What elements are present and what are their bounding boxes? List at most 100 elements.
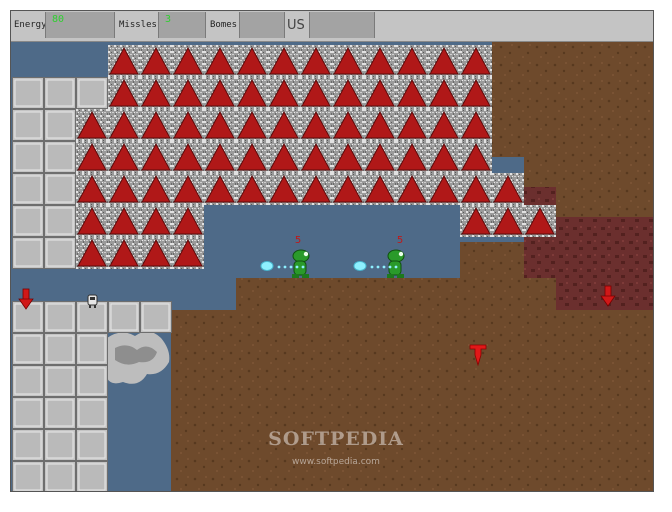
spike-tile — [75, 236, 109, 270]
stone-block — [12, 109, 44, 141]
spike-tile — [363, 76, 397, 110]
stone-block — [76, 333, 108, 365]
us-label: US — [287, 18, 305, 33]
spike-tile — [107, 140, 141, 174]
spike-tile — [427, 108, 461, 142]
spike-tile — [267, 140, 301, 174]
spike-tile — [75, 108, 109, 142]
spike-tile — [395, 140, 429, 174]
spike-tile — [395, 44, 429, 78]
spike-tile — [395, 172, 429, 206]
game-map: 5 5 — [11, 42, 653, 491]
spike-tile — [299, 76, 333, 110]
spike-tile — [235, 44, 269, 78]
spike-tile — [331, 44, 365, 78]
bombs-value — [239, 12, 285, 38]
spike-tile — [235, 172, 269, 206]
game-window[interactable]: Energy 80 Missles 3 Bomes US 5 5 SOFTPED… — [10, 10, 654, 492]
stone-block — [140, 301, 172, 333]
spike-tile — [459, 172, 493, 206]
stone-block — [12, 461, 44, 491]
stone-block — [44, 461, 76, 491]
spike-tile — [139, 172, 173, 206]
spike-tile — [107, 44, 141, 78]
spike-tile — [427, 44, 461, 78]
stone-block — [44, 365, 76, 397]
energy-label: Energy — [14, 20, 47, 30]
spike-tile — [459, 44, 493, 78]
spike-tile — [139, 44, 173, 78]
stone-block — [76, 429, 108, 461]
spike-tile — [235, 108, 269, 142]
spike-tile — [363, 140, 397, 174]
stone-block — [12, 141, 44, 173]
enemy-hp: 5 — [397, 235, 403, 246]
spike-tile — [363, 108, 397, 142]
spike-tile — [171, 44, 205, 78]
watermark-brand: SOFTPEDIA — [268, 428, 404, 450]
stone-block — [12, 365, 44, 397]
spike-tile — [203, 140, 237, 174]
spike-tile — [299, 140, 333, 174]
spike-tile — [171, 108, 205, 142]
spike-tile — [171, 236, 205, 270]
spike-tile — [235, 76, 269, 110]
spike-tile — [427, 140, 461, 174]
stone-block — [44, 333, 76, 365]
spike-tile — [203, 108, 237, 142]
stone-block — [44, 205, 76, 237]
spike-tile — [139, 236, 173, 270]
spike-tile — [203, 172, 237, 206]
spike-tile — [395, 108, 429, 142]
stone-block — [44, 109, 76, 141]
spike-tile — [331, 172, 365, 206]
stone-block — [12, 397, 44, 429]
spike-tile — [267, 108, 301, 142]
spike-tile — [427, 76, 461, 110]
spike-tile — [299, 172, 333, 206]
stone-block — [44, 397, 76, 429]
spike-tile — [363, 44, 397, 78]
stone-block — [44, 237, 76, 269]
spike-tile — [139, 108, 173, 142]
spike-tile — [267, 44, 301, 78]
spike-tile — [459, 108, 493, 142]
missiles-value: 3 — [158, 12, 206, 38]
enemy-hp: 5 — [295, 235, 301, 246]
stone-block — [44, 77, 76, 109]
spike-tile — [331, 76, 365, 110]
spike-tile — [107, 108, 141, 142]
stone-block — [76, 397, 108, 429]
spike-tile — [459, 204, 493, 238]
spike-tile — [459, 76, 493, 110]
spike-tile — [75, 172, 109, 206]
stone-block — [76, 461, 108, 491]
stone-block — [12, 77, 44, 109]
spike-tile — [299, 44, 333, 78]
stone-block — [12, 429, 44, 461]
energy-value: 80 — [45, 12, 115, 38]
spike-tile — [267, 172, 301, 206]
stone-block — [44, 429, 76, 461]
spike-tile — [203, 44, 237, 78]
stone-block — [76, 365, 108, 397]
spike-tile — [107, 236, 141, 270]
spike-tile — [491, 172, 525, 206]
watermark-url: www.softpedia.com — [292, 457, 380, 467]
spike-tile — [459, 140, 493, 174]
spike-tile — [395, 76, 429, 110]
spike-tile — [523, 204, 557, 238]
spike-tile — [107, 76, 141, 110]
spike-tile — [299, 108, 333, 142]
bombs-label: Bomes — [210, 20, 238, 30]
spike-tile — [267, 76, 301, 110]
hud-bar: Energy 80 Missles 3 Bomes US — [11, 11, 653, 42]
stone-block — [44, 141, 76, 173]
spike-tile — [235, 140, 269, 174]
stone-block — [108, 301, 140, 333]
spike-tile — [75, 140, 109, 174]
spike-tile — [171, 172, 205, 206]
stone-block — [44, 301, 76, 333]
spike-tile — [107, 172, 141, 206]
stone-block — [76, 77, 108, 109]
